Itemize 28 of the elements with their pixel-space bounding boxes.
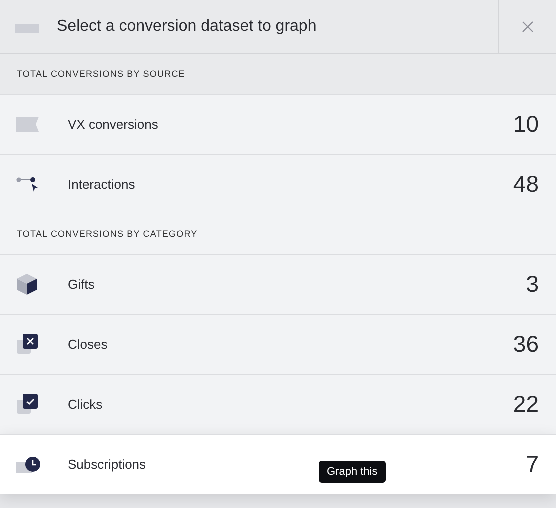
conversion-count: 36 (513, 331, 539, 358)
connection-cursor-icon (16, 177, 38, 192)
conversion-count: 3 (526, 271, 539, 298)
conversion-count: 10 (513, 111, 539, 138)
checkbox-icon (16, 394, 38, 415)
dataset-label: Interactions (68, 177, 136, 192)
placeholder-icon (15, 24, 39, 32)
conversion-count: 22 (513, 391, 539, 418)
dataset-label: Subscriptions (68, 457, 146, 472)
dataset-row[interactable]: Clicks 22 (0, 374, 556, 434)
ticket-icon (16, 117, 39, 132)
dataset-row[interactable]: Interactions 48 (0, 154, 556, 214)
dataset-row[interactable]: Gifts 3 (0, 254, 556, 314)
section-heading: TOTAL CONVERSIONS BY CATEGORY (0, 214, 556, 254)
dataset-label: Closes (68, 337, 108, 352)
dataset-row[interactable]: Closes 36 (0, 314, 556, 374)
conversion-count: 7 (526, 451, 539, 478)
dataset-label: Gifts (68, 277, 95, 292)
dialog-title: Select a conversion dataset to graph (0, 18, 498, 36)
tooltip: Graph this (319, 461, 386, 483)
dataset-row[interactable]: VX conversions 10 (0, 94, 556, 154)
clock-icon (16, 456, 41, 472)
dataset-label: Clicks (68, 397, 103, 412)
close-box-icon (16, 334, 38, 355)
dataset-label: VX conversions (68, 117, 158, 132)
cube-icon (16, 274, 38, 295)
close-icon (522, 20, 534, 32)
conversion-count: 48 (513, 171, 539, 198)
